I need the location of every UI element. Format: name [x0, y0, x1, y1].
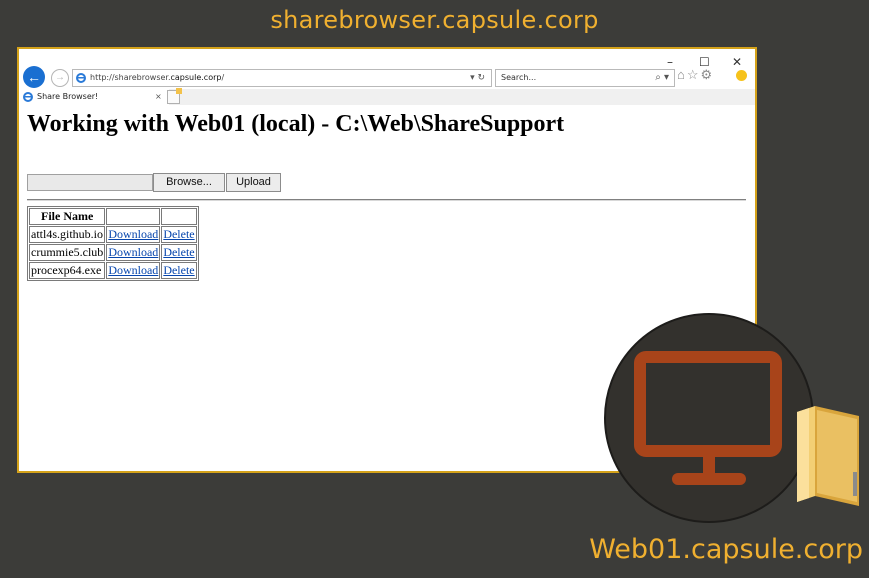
- top-caption: sharebrowser.capsule.corp: [270, 6, 599, 34]
- delete-link[interactable]: Delete: [163, 245, 194, 259]
- new-tab-button[interactable]: [167, 88, 182, 104]
- ie-logo-icon: [23, 92, 33, 102]
- forward-arrow-icon[interactable]: →: [51, 69, 69, 87]
- divider: [27, 199, 746, 201]
- address-url: http://sharebrowser.capsule.corp/: [90, 73, 225, 82]
- download-link[interactable]: Download: [108, 263, 158, 277]
- tab-title: Share Browser!: [37, 92, 99, 101]
- tab-close-icon[interactable]: ×: [155, 89, 162, 105]
- server-badge: [604, 313, 814, 523]
- table-row: attl4s.github.io Download Delete: [29, 226, 197, 243]
- refresh-icon[interactable]: ▾ ↻: [470, 70, 485, 86]
- folder-icon: [797, 406, 859, 506]
- minimize-button[interactable]: –: [667, 55, 673, 69]
- delete-link[interactable]: Delete: [163, 227, 194, 241]
- search-icon[interactable]: ⌕ ▾: [655, 70, 669, 86]
- browse-button[interactable]: Browse...: [153, 173, 225, 192]
- column-header-download: [106, 208, 161, 225]
- file-name: procexp64.exe: [29, 262, 106, 279]
- table-header-row: File Name: [29, 208, 197, 225]
- monitor-icon: [634, 351, 782, 485]
- table-row: crummie5.club Download Delete: [29, 244, 197, 261]
- upload-button[interactable]: Upload: [226, 173, 281, 192]
- delete-link[interactable]: Delete: [163, 263, 194, 277]
- search-placeholder: Search...: [501, 73, 537, 82]
- files-table: File Name attl4s.github.io Download Dele…: [27, 206, 199, 281]
- file-name: attl4s.github.io: [29, 226, 106, 243]
- column-header-file-name: File Name: [29, 208, 106, 225]
- page-title: Working with Web01 (local) - C:\Web\Shar…: [27, 111, 565, 137]
- home-favorites-settings-icons[interactable]: ⌂☆⚙: [677, 67, 714, 83]
- back-arrow-icon[interactable]: ←: [23, 66, 45, 88]
- file-name: crummie5.club: [29, 244, 106, 261]
- browser-chrome: – ☐ ✕ ← → http://sharebrowser.capsule.co…: [19, 49, 755, 105]
- close-window-button[interactable]: ✕: [732, 55, 742, 69]
- download-link[interactable]: Download: [108, 245, 158, 259]
- download-link[interactable]: Download: [108, 227, 158, 241]
- bottom-caption: Web01.capsule.corp: [589, 534, 863, 565]
- search-input[interactable]: Search... ⌕ ▾: [495, 69, 675, 87]
- address-bar[interactable]: http://sharebrowser.capsule.corp/ ▾ ↻: [72, 69, 492, 87]
- tab-strip: Share Browser! ×: [19, 88, 755, 105]
- table-row: procexp64.exe Download Delete: [29, 262, 197, 279]
- ie-logo-icon: [76, 73, 86, 83]
- file-path-field[interactable]: [27, 174, 153, 191]
- column-header-delete: [161, 208, 197, 225]
- tab-share-browser[interactable]: Share Browser! ×: [19, 89, 169, 105]
- feedback-smiley-icon[interactable]: [736, 70, 747, 81]
